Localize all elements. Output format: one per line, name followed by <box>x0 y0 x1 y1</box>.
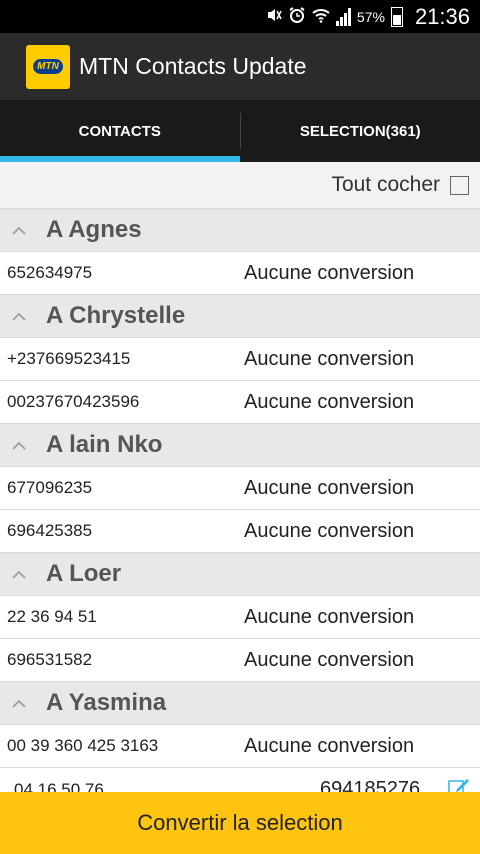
group-header[interactable]: A Chrystelle <box>0 294 480 337</box>
signal-icon <box>335 7 351 26</box>
group-name: A Agnes <box>46 216 142 243</box>
mute-icon <box>266 8 282 25</box>
app-title: MTN Contacts Update <box>79 53 307 79</box>
group-header[interactable]: A Loer <box>0 552 480 595</box>
battery-percent: 57% <box>356 8 385 25</box>
conversion-status: Aucune conversion <box>244 476 415 499</box>
clock: 21:36 <box>414 3 470 29</box>
phone-number: 696425385 <box>7 521 93 540</box>
app-bar: MTN MTN Contacts Update <box>0 33 480 100</box>
group-header[interactable]: A lain Nko <box>0 423 480 466</box>
chevron-up-icon <box>12 570 32 579</box>
battery-icon <box>390 6 403 27</box>
phone-number: 677096235 <box>7 478 93 497</box>
phone-number: 696531582 <box>7 650 93 669</box>
tab-selection[interactable]: SELECTION(361) <box>241 100 480 162</box>
contact-list[interactable]: A Agnes 652634975 Aucune conversion A Ch… <box>0 208 480 797</box>
chevron-up-icon <box>12 226 32 235</box>
convert-selection-label: Convertir la selection <box>137 810 343 835</box>
convert-selection-button[interactable]: Convertir la selection <box>0 792 480 854</box>
conversion-status: Aucune conversion <box>244 734 415 757</box>
wifi-icon <box>312 7 330 26</box>
list-item[interactable]: 652634975 Aucune conversion <box>0 251 480 294</box>
list-item[interactable]: 696425385 Aucune conversion <box>0 509 480 552</box>
mtn-logo-icon: MTN <box>26 44 70 89</box>
list-item[interactable]: 00 39 360 425 3163 Aucune conversion <box>0 724 480 767</box>
tab-bar: CONTACTS SELECTION(361) <box>0 100 480 162</box>
list-item[interactable]: +237669523415 Aucune conversion <box>0 337 480 380</box>
phone-number: 00237670423596 <box>7 392 140 411</box>
conversion-status: Aucune conversion <box>244 605 415 628</box>
phone-number: 652634975 <box>7 263 93 282</box>
group-name: A lain Nko <box>46 431 163 458</box>
conversion-status: Aucune conversion <box>244 261 415 284</box>
conversion-status: Aucune conversion <box>244 648 415 671</box>
list-item[interactable]: 696531582 Aucune conversion <box>0 638 480 681</box>
list-item[interactable]: 22 36 94 51 Aucune conversion <box>0 595 480 638</box>
conversion-status: Aucune conversion <box>244 347 415 370</box>
chevron-up-icon <box>12 312 32 321</box>
logo-text: MTN <box>33 59 63 74</box>
group-name: A Chrystelle <box>46 302 186 329</box>
tab-contacts[interactable]: CONTACTS <box>0 100 240 162</box>
list-item[interactable]: 677096235 Aucune conversion <box>0 466 480 509</box>
phone-number: 00 39 360 425 3163 <box>7 736 159 755</box>
group-name: A Yasmina <box>46 689 167 716</box>
group-header[interactable]: A Agnes <box>0 208 480 251</box>
conversion-status: Aucune conversion <box>244 390 415 413</box>
select-all-checkbox[interactable] <box>450 175 469 195</box>
alarm-icon <box>288 6 306 27</box>
chevron-up-icon <box>12 441 32 450</box>
list-item[interactable]: 00237670423596 Aucune conversion <box>0 380 480 423</box>
status-bar: 57% 21:36 <box>0 0 480 33</box>
status-icons: 57% 21:36 <box>266 0 470 33</box>
select-all-row[interactable]: Tout cocher <box>0 162 480 208</box>
chevron-up-icon <box>12 699 32 708</box>
group-name: A Loer <box>46 560 122 587</box>
group-header[interactable]: A Yasmina <box>0 681 480 724</box>
conversion-status: Aucune conversion <box>244 519 415 542</box>
phone-number: +237669523415 <box>7 349 131 368</box>
select-all-label: Tout cocher <box>331 173 440 196</box>
phone-number: 22 36 94 51 <box>7 607 97 626</box>
